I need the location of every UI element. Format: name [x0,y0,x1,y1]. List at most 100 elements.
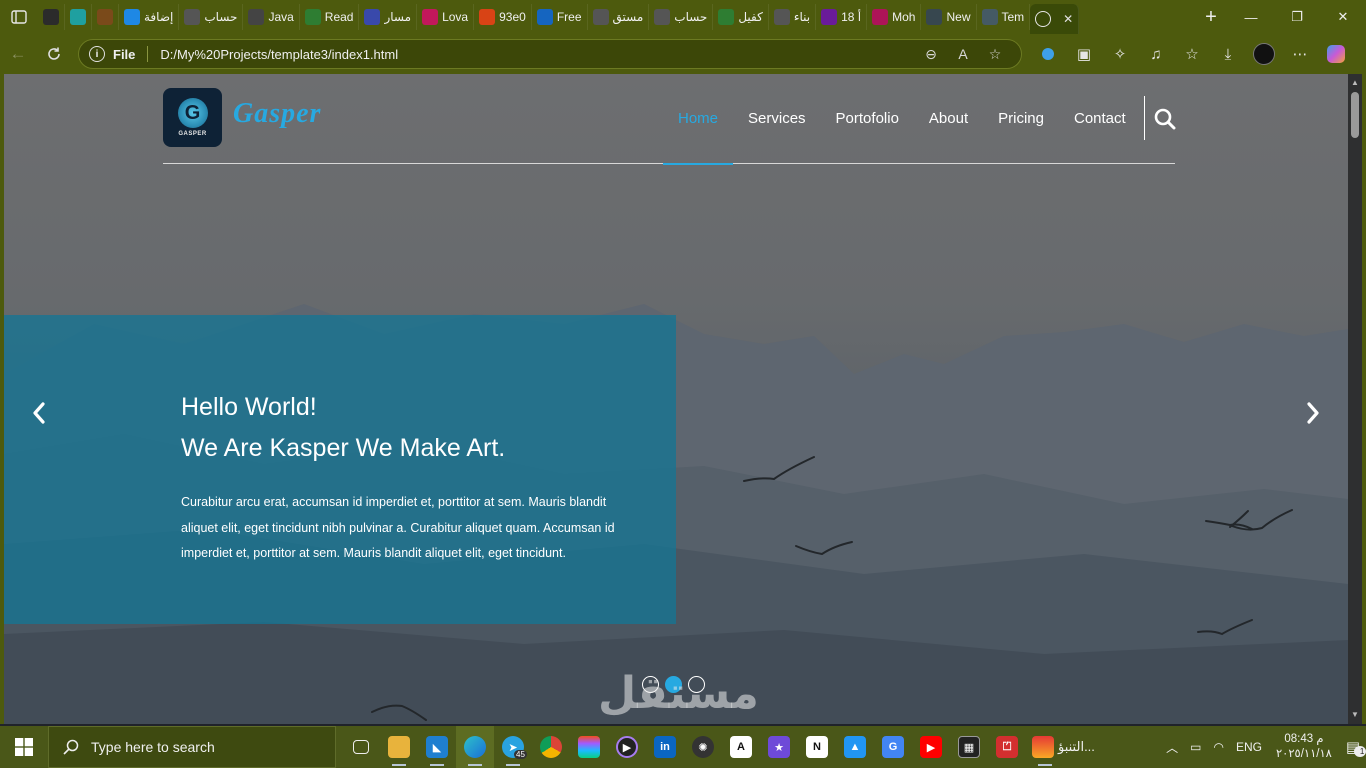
site-logo[interactable]: G GASPER [163,88,222,147]
minimize-icon[interactable]: — [1228,0,1274,34]
notifications-icon[interactable]: ▤ 1 [1340,738,1366,757]
browser-tab[interactable] [38,4,65,30]
extension-dot-icon[interactable] [1030,36,1066,72]
brand-name[interactable]: Gasper [233,98,321,130]
nav-link-about[interactable]: About [914,74,983,164]
browser-tab[interactable]: Moh [867,4,922,30]
more-menu-icon[interactable]: ⋯ [1282,36,1318,72]
downloads-icon[interactable]: ⤓ [1210,36,1246,72]
nav-link-portofolio[interactable]: Portofolio [821,74,914,164]
scrollbar-thumb[interactable] [1351,92,1359,138]
notion-icon[interactable]: N [798,726,836,768]
slider-dot[interactable] [665,676,682,693]
translate-icon[interactable]: G [874,726,912,768]
taskbar-search[interactable]: Type here to search [48,726,336,768]
browser-tab[interactable]: بناء [769,4,817,30]
calculator-icon[interactable]: ▦ [950,726,988,768]
slide-description: Curabitur arcu erat, accumsan id imperdi… [181,495,615,560]
browser-tab[interactable]: Lova [417,4,475,30]
site-header: G GASPER Gasper Home Services Portofolio Ab… [163,74,1177,165]
weather-app-icon[interactable]: التنبؤ... [1026,726,1134,768]
clock-date: ٢٠٢٥/١١/١٨ [1276,748,1332,760]
zoom-icon[interactable]: ⊖ [915,46,947,63]
start-button[interactable] [0,726,48,768]
reload-button[interactable] [36,36,72,72]
browser-tab[interactable]: مسار [359,4,418,30]
browser-tab[interactable]: حساب [179,4,244,30]
linkedin-icon[interactable]: in [646,726,684,768]
read-aloud-icon[interactable]: A [947,46,979,62]
nav-link-contact[interactable]: Contact [1059,74,1141,164]
address-bar[interactable]: i File D:/My%20Projects/template3/index1… [78,39,1022,69]
extension-puzzle-icon[interactable]: ▣ [1066,36,1102,72]
tab-favicon-icon [872,9,889,25]
browser-tab[interactable]: مستق [588,4,650,30]
vscode-icon[interactable]: ◣ [418,726,456,768]
browser-tab[interactable] [92,4,119,30]
logo-g-icon: G [177,98,208,128]
language-indicator[interactable]: ENG [1230,740,1268,754]
copilot-icon[interactable] [1318,36,1354,72]
back-button[interactable]: ← [0,36,36,72]
restore-icon[interactable]: ❐ [1274,0,1320,34]
scroll-up-arrow-icon[interactable]: ▲ [1348,76,1362,90]
tray-chevron-icon[interactable]: ︿ [1160,739,1184,756]
browser-tab[interactable]: إضافة [119,4,180,30]
chatgpt-icon[interactable]: ✺ [684,726,722,768]
file-explorer-icon[interactable] [380,726,418,768]
scroll-down-arrow-icon[interactable]: ▼ [1348,708,1362,722]
edge-browser-icon[interactable] [456,726,494,768]
favorites-icon[interactable]: ☆ [1174,36,1210,72]
slider-dot[interactable] [642,676,659,693]
tab-title: مسار [384,10,412,24]
address-row: ← i File D:/My%20Projects/template3/inde… [0,34,1366,74]
active-browser-tab[interactable]: ✕ [1030,4,1080,34]
search-icon[interactable] [1153,107,1177,131]
tab-actions-icon[interactable] [0,0,38,34]
wifi-icon[interactable]: ◠ [1208,740,1230,754]
browser-tab[interactable]: 93e0 [474,4,532,30]
close-tab-icon[interactable]: ✕ [1063,12,1073,26]
close-window-icon[interactable]: ✕ [1320,0,1366,34]
split-screen-icon[interactable]: ♫ [1138,36,1174,72]
ai-app-icon[interactable]: A [722,726,760,768]
slider-next-button[interactable] [1300,396,1326,430]
taskbar-clock[interactable]: 08:43 م ٢٠٢٥/١١/١٨ [1268,732,1340,762]
browser-tab[interactable]: حساب [649,4,714,30]
page-scrollbar[interactable]: ▲ ▼ [1348,74,1362,724]
slider-dot[interactable] [688,676,705,693]
star-app-icon[interactable]: ★ [760,726,798,768]
nav-link-pricing[interactable]: Pricing [983,74,1059,164]
site-info-icon[interactable]: i [89,46,105,62]
browser-tab[interactable]: Java [243,4,300,30]
profile-avatar[interactable] [1246,36,1282,72]
new-tab-button[interactable]: + [1194,6,1228,29]
search-icon [63,739,79,755]
telegram-badge: 45 [514,750,527,759]
browser-tab[interactable]: كفيل [713,4,769,30]
pdf-reader-icon[interactable]: ⏍ [988,726,1026,768]
media-player-icon[interactable]: ▶ [608,726,646,768]
figma-icon[interactable] [570,726,608,768]
browser-tab[interactable]: New [921,4,977,30]
battery-icon[interactable]: ▭ [1184,740,1207,754]
browser-tab[interactable]: Free [532,4,588,30]
photos-icon[interactable]: ▲ [836,726,874,768]
taskbar-search-placeholder: Type here to search [91,739,215,755]
browser-tab[interactable]: Tem [977,4,1031,30]
slider-prev-button[interactable] [26,396,52,430]
browser-tab[interactable]: Read [300,4,360,30]
nav-link-services[interactable]: Services [733,74,821,164]
favorite-star-icon[interactable]: ☆ [979,46,1011,63]
tab-favicon-icon [364,9,381,25]
notification-count: 1 [1353,746,1366,757]
nav-link-home[interactable]: Home [663,74,734,165]
telegram-icon[interactable]: ➤ 45 [494,726,532,768]
chrome-icon[interactable] [532,726,570,768]
browser-tab[interactable]: 18 أ [816,4,868,30]
url-text[interactable]: D:/My%20Projects/template3/index1.html [160,47,915,62]
browser-tab[interactable] [65,4,92,30]
extensions-icon[interactable]: ✧ [1102,36,1138,72]
youtube-icon[interactable]: ▶ [912,726,950,768]
task-view-icon[interactable] [342,726,380,768]
